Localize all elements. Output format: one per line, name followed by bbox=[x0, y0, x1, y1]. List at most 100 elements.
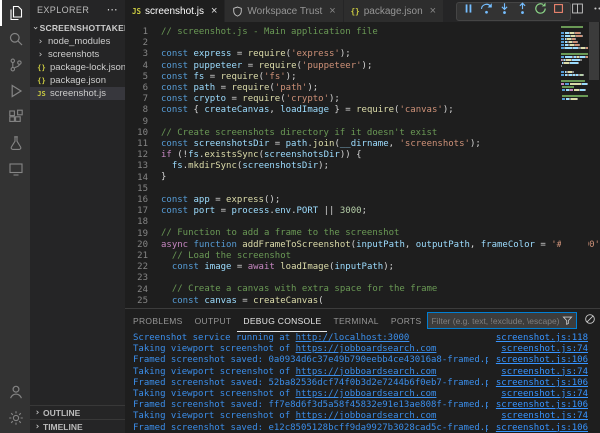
extensions-button[interactable] bbox=[0, 104, 30, 130]
console-link[interactable]: http://localhost:3000 bbox=[296, 333, 410, 343]
source-location-link[interactable]: screenshot.js:106 bbox=[488, 378, 600, 389]
file-label: screenshot.js bbox=[50, 88, 106, 99]
split-editor-icon bbox=[571, 2, 584, 20]
timeline-section[interactable]: › TIMELINE bbox=[30, 419, 125, 433]
console-message: Screenshot service running at http://loc… bbox=[133, 333, 488, 344]
source-location-link[interactable]: screenshot.js:106 bbox=[488, 400, 600, 411]
tab-workspace-trust[interactable]: Workspace Trust × bbox=[225, 0, 343, 22]
code-line: const app = express(); bbox=[161, 195, 600, 206]
remote-icon bbox=[8, 161, 24, 177]
step-over-button[interactable] bbox=[479, 4, 494, 19]
line-number: 5 bbox=[125, 72, 148, 83]
search-button[interactable] bbox=[0, 26, 30, 52]
line-number: 13 bbox=[125, 161, 148, 172]
panel-tab-ports[interactable]: PORTS bbox=[385, 309, 428, 332]
settings-gear-button[interactable] bbox=[0, 405, 30, 431]
close-icon[interactable]: × bbox=[329, 6, 335, 16]
more-actions-icon[interactable]: ⋯ bbox=[107, 6, 118, 14]
project-section-header[interactable]: › SCREENSHOTTAKER bbox=[30, 20, 125, 35]
console-link[interactable]: https://jobboardsearch.com bbox=[296, 389, 437, 399]
file-item-package-json[interactable]: {}package.json bbox=[30, 74, 125, 87]
editor-scrollbar[interactable] bbox=[589, 22, 599, 80]
console-link[interactable]: https://jobboardsearch.com bbox=[296, 411, 437, 421]
code-line: if (!fs.existsSync(screenshotsDir)) { bbox=[161, 150, 600, 161]
console-message: Framed screenshot saved: 0a0934d6c37e49b… bbox=[133, 355, 488, 366]
run-debug-button[interactable] bbox=[0, 78, 30, 104]
file-label: screenshots bbox=[48, 49, 99, 60]
line-number: 9 bbox=[125, 117, 148, 128]
more-actions-button[interactable] bbox=[593, 2, 600, 20]
panel-tab-terminal[interactable]: TERMINAL bbox=[327, 309, 384, 332]
split-editor-button[interactable] bbox=[571, 2, 584, 20]
tab-package-json[interactable]: {}package.json× bbox=[344, 0, 444, 22]
filter-input[interactable] bbox=[431, 316, 562, 326]
restart-icon bbox=[534, 2, 547, 20]
code-line: const path = require('path'); bbox=[161, 83, 600, 94]
line-number: 22 bbox=[125, 262, 148, 273]
code-line: fs.mkdirSync(screenshotsDir); bbox=[161, 161, 600, 172]
file-item-screenshots[interactable]: ›screenshots bbox=[30, 48, 125, 61]
source-location-link[interactable]: screenshot.js:74 bbox=[493, 389, 600, 400]
sidebar-bottom-sections: › OUTLINE › TIMELINE bbox=[30, 405, 125, 433]
code-line: const screenshotsDir = path.join(__dirna… bbox=[161, 139, 600, 150]
pause-icon bbox=[462, 2, 475, 20]
source-control-button[interactable] bbox=[0, 52, 30, 78]
tab-label: Workspace Trust bbox=[247, 6, 322, 17]
stop-button[interactable] bbox=[551, 4, 566, 19]
close-icon[interactable]: × bbox=[211, 6, 217, 16]
panel-tab-debug-console[interactable]: DEBUG CONSOLE bbox=[237, 309, 327, 332]
file-item-screenshot-js[interactable]: JSscreenshot.js bbox=[30, 87, 125, 100]
line-number: 11 bbox=[125, 139, 148, 150]
panel-tab-output[interactable]: OUTPUT bbox=[189, 309, 238, 332]
console-row: Framed screenshot saved: ff7e8d6f3d5a58f… bbox=[133, 400, 600, 411]
more-actions-icon bbox=[593, 2, 600, 20]
outline-section[interactable]: › OUTLINE bbox=[30, 405, 125, 419]
pause-button[interactable] bbox=[461, 4, 476, 19]
tab-screenshot-js[interactable]: JSscreenshot.js× bbox=[125, 0, 225, 22]
file-item-package-lock-json[interactable]: {}package-lock.json bbox=[30, 61, 125, 74]
remote-button[interactable] bbox=[0, 156, 30, 182]
minimap[interactable] bbox=[561, 22, 588, 308]
source-location-link[interactable]: screenshot.js:74 bbox=[493, 411, 600, 422]
panel-tab-bar: PROBLEMSOUTPUTDEBUG CONSOLETERMINALPORTS bbox=[125, 309, 600, 332]
editor[interactable]: 1234567891011121314151617181920212223242… bbox=[125, 22, 600, 308]
stop-icon bbox=[552, 2, 565, 20]
extensions-icon bbox=[8, 109, 24, 125]
console-link[interactable]: https://jobboardsearch.com bbox=[296, 367, 437, 377]
step-out-button[interactable] bbox=[515, 4, 530, 19]
js-file-icon: JS bbox=[36, 90, 47, 98]
search-icon bbox=[8, 31, 24, 47]
restart-button[interactable] bbox=[533, 4, 548, 19]
code-line bbox=[161, 117, 600, 128]
debug-console-output[interactable]: Screenshot service running at http://loc… bbox=[125, 332, 600, 433]
source-location-link[interactable]: screenshot.js:74 bbox=[493, 344, 600, 355]
line-number: 15 bbox=[125, 184, 148, 195]
console-row: Framed screenshot saved: e12c8505128bcff… bbox=[133, 423, 600, 433]
json-file-icon: {} bbox=[36, 77, 47, 85]
json-file-icon: {} bbox=[351, 7, 360, 16]
console-text: Taking viewport screenshot of bbox=[133, 411, 296, 421]
console-text: Taking viewport screenshot of bbox=[133, 344, 296, 354]
code-line: // Function to add a frame to the screen… bbox=[161, 228, 600, 239]
console-filter[interactable] bbox=[427, 312, 577, 329]
line-number: 24 bbox=[125, 285, 148, 296]
code-line: async function addFrameToScreenshot(inpu… bbox=[161, 240, 600, 251]
source-location-link[interactable]: screenshot.js:106 bbox=[488, 355, 600, 366]
testing-button[interactable] bbox=[0, 130, 30, 156]
source-location-link[interactable]: screenshot.js:74 bbox=[493, 367, 600, 378]
panel-tab-problems[interactable]: PROBLEMS bbox=[127, 309, 189, 332]
step-into-button[interactable] bbox=[497, 4, 512, 19]
account-button[interactable] bbox=[0, 379, 30, 405]
close-icon[interactable]: × bbox=[430, 6, 436, 16]
file-item-node-modules[interactable]: ›node_modules bbox=[30, 35, 125, 48]
chevron-right-icon: › bbox=[36, 50, 45, 60]
code-area[interactable]: // screenshot.js - Main application file… bbox=[158, 22, 600, 308]
line-number: 10 bbox=[125, 128, 148, 139]
clear-console-button[interactable] bbox=[584, 312, 596, 330]
explorer-button[interactable] bbox=[0, 0, 30, 26]
code-line: // Create screenshots directory if it do… bbox=[161, 128, 600, 139]
source-location-link[interactable]: screenshot.js:118 bbox=[488, 333, 600, 344]
source-location-link[interactable]: screenshot.js:106 bbox=[488, 423, 600, 433]
code-line: const fs = require('fs'); bbox=[161, 72, 600, 83]
console-link[interactable]: https://jobboardsearch.com bbox=[296, 344, 437, 354]
